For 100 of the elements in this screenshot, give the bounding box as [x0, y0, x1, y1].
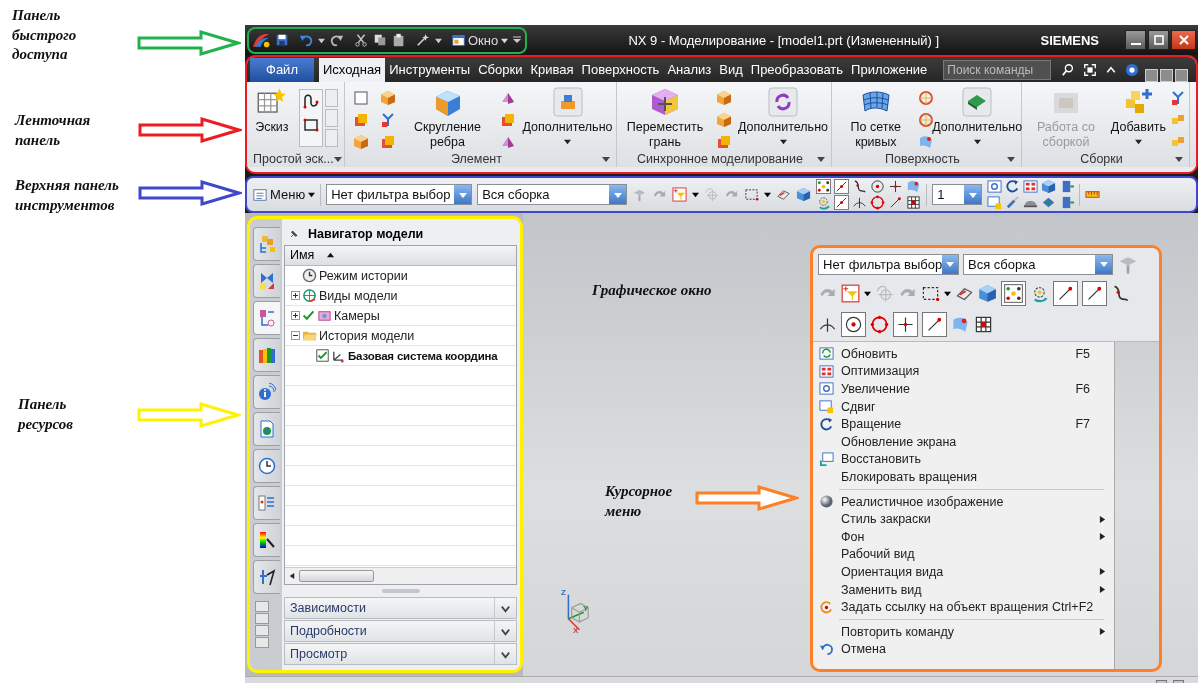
menu-item[interactable]: Повторить команду	[813, 622, 1114, 641]
line-icon[interactable]	[834, 179, 850, 194]
line-icon[interactable]	[888, 195, 904, 210]
menu-item[interactable]: Фон	[813, 527, 1114, 546]
collapsible-section[interactable]: Зависимости	[284, 597, 517, 620]
orient-icon[interactable]	[1041, 195, 1057, 210]
menu-item[interactable]: Вращение F7	[813, 415, 1114, 433]
cube-icon[interactable]	[716, 112, 732, 128]
copy-icon[interactable]	[373, 33, 387, 47]
menu-item[interactable]: Оптимизация	[813, 362, 1114, 381]
menu-item[interactable]: Увеличение F6	[813, 380, 1114, 398]
block-icon[interactable]	[379, 134, 396, 150]
menu-item[interactable]: Отмена	[813, 640, 1114, 659]
ribbon-button[interactable]: Эскиз	[253, 87, 291, 135]
curve-icon[interactable]	[302, 93, 319, 109]
tree-item[interactable]: Базовая система координа	[285, 345, 516, 366]
menu-item[interactable]: Восстановить	[813, 450, 1114, 469]
constraint-icon[interactable]	[1170, 90, 1186, 106]
ribbon-tab[interactable]: Поверхность	[577, 58, 664, 82]
ribbon-button[interactable]: Переместить грань	[624, 87, 706, 150]
menu-item[interactable]: Блокировать вращения	[813, 468, 1114, 486]
tree-item[interactable]: Виды модели	[285, 285, 516, 306]
face-icon[interactable]	[951, 315, 970, 334]
file-tab[interactable]: Файл	[250, 58, 314, 82]
menu-item[interactable]: Сдвиг	[813, 397, 1114, 416]
wand-icon[interactable]	[416, 33, 430, 47]
curve-icon[interactable]	[852, 179, 868, 194]
menu-item[interactable]: Ориентация вида	[813, 563, 1114, 581]
grid-icon[interactable]	[974, 315, 993, 334]
group-options-icon[interactable]	[333, 155, 342, 163]
splitter-handle[interactable]	[381, 589, 420, 594]
crosshair-icon[interactable]	[893, 312, 918, 337]
ribbon-button[interactable]: Скругление ребра	[406, 87, 489, 150]
tree-item[interactable]: Камеры	[285, 305, 516, 326]
redo-icon[interactable]	[330, 33, 344, 47]
ribbon-tab[interactable]: Сборки	[474, 58, 527, 82]
constraint-icon[interactable]	[379, 112, 396, 128]
caret-icon[interactable]	[692, 191, 700, 198]
collapsible-section[interactable]: Подробности	[284, 620, 517, 643]
save-icon[interactable]	[275, 33, 289, 47]
ribbon-tab[interactable]: Преобразовать	[746, 58, 848, 82]
cube-icon[interactable]	[379, 90, 396, 106]
cube-icon[interactable]	[796, 187, 812, 202]
filter-icon[interactable]	[841, 284, 860, 303]
menu-item[interactable]: Заменить вид	[813, 580, 1114, 599]
group-options-icon[interactable]	[602, 155, 610, 163]
group-options-icon[interactable]	[817, 155, 825, 163]
customize-icon[interactable]	[513, 36, 522, 44]
cube-icon[interactable]	[978, 284, 997, 303]
caret-icon[interactable]	[318, 36, 325, 44]
expand-icon[interactable]	[291, 311, 300, 321]
ribbon-tab[interactable]: Кривая	[526, 58, 578, 82]
caret-icon[interactable]	[764, 191, 772, 198]
square-icon[interactable]	[352, 90, 369, 106]
window-menu[interactable]: Окно	[452, 32, 509, 48]
grid-icon[interactable]	[906, 195, 922, 210]
check-icon[interactable]	[302, 309, 315, 323]
layer-dropdown[interactable]: 1	[932, 184, 983, 205]
menu-item[interactable]: Стиль закраски	[813, 510, 1114, 528]
cube-icon[interactable]	[716, 90, 732, 106]
type-filter-dropdown[interactable]: Нет фильтра выбор	[818, 253, 959, 275]
checkbox-icon[interactable]	[316, 349, 329, 363]
logo-icon[interactable]	[252, 31, 270, 49]
ribbon-tab[interactable]: Приложение	[847, 58, 932, 82]
block-icon[interactable]	[352, 112, 369, 128]
search-icon[interactable]	[1061, 62, 1076, 77]
collapsible-section[interactable]: Просмотр	[284, 643, 517, 665]
tree-item[interactable]: Режим истории	[285, 265, 516, 286]
face-icon[interactable]	[918, 134, 935, 150]
menu-item[interactable]: Реалистичное изображение	[813, 492, 1114, 511]
resource-tab[interactable]	[253, 449, 280, 483]
points-icon[interactable]	[1001, 281, 1026, 306]
block-icon[interactable]	[499, 112, 516, 128]
expand-icon[interactable]	[291, 291, 300, 301]
rotate-icon[interactable]	[1005, 179, 1021, 194]
line-icon[interactable]	[834, 195, 850, 210]
help-icon[interactable]	[1125, 62, 1140, 77]
selection-box-icon[interactable]	[921, 284, 940, 303]
ribbon-button[interactable]: По сетке кривых	[834, 87, 917, 150]
zoom-icon[interactable]	[987, 179, 1003, 194]
type-filter-dropdown[interactable]: Нет фильтра выбор	[326, 184, 473, 205]
clipboard-icon[interactable]	[392, 33, 406, 47]
face-icon[interactable]	[906, 179, 922, 194]
rectangle-icon[interactable]	[302, 117, 319, 133]
caret-icon[interactable]	[944, 290, 951, 297]
menu-item[interactable]: Рабочий вид	[813, 545, 1114, 564]
collapse-icon[interactable]	[291, 331, 300, 341]
ribbon-tab[interactable]: Анализ	[663, 58, 716, 82]
undo-icon[interactable]	[299, 33, 313, 47]
scope-dropdown[interactable]: Вся сборка	[477, 184, 628, 205]
points-icon[interactable]	[816, 179, 832, 194]
menu-item[interactable]: Обновить F5	[813, 345, 1114, 363]
pan-icon[interactable]	[987, 195, 1003, 210]
tree-item[interactable]: История модели	[285, 325, 516, 346]
eraser-icon[interactable]	[776, 187, 792, 202]
group-options-icon[interactable]	[1007, 155, 1015, 163]
resource-tab[interactable]	[253, 523, 280, 557]
menu-button[interactable]: Меню	[253, 187, 316, 202]
scissors-icon[interactable]	[354, 33, 368, 47]
command-search-field[interactable]: Поиск команды	[943, 59, 1052, 80]
